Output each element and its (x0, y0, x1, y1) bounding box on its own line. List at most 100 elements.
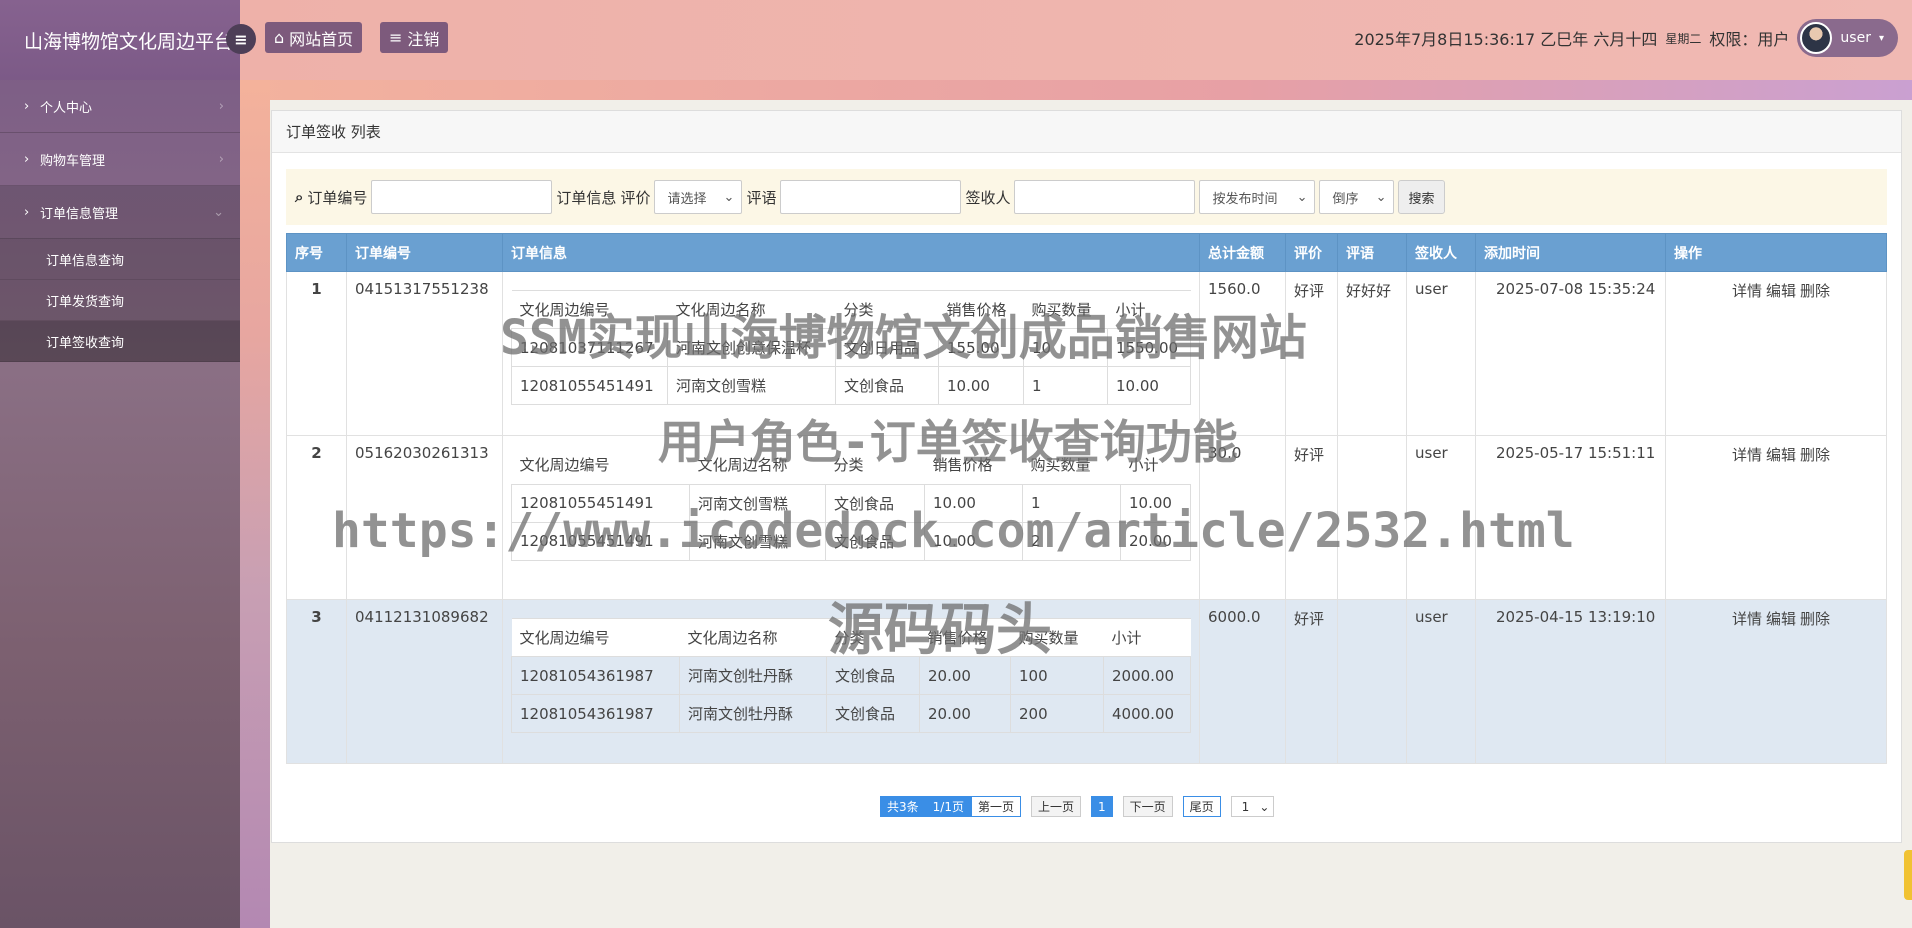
chevron-down-icon: ⌄ (1296, 189, 1308, 205)
home-icon: ⌂ (274, 28, 285, 47)
sidebar-subitem-order-query[interactable]: 订单信息查询 (0, 239, 240, 280)
content-decor-strip (240, 80, 1912, 100)
sort-field-select[interactable]: 按发布时间 ⌄ (1199, 180, 1316, 214)
sidebar-item-orders[interactable]: › 订单信息管理 ⌄ (0, 186, 240, 239)
sidebar-toggle-icon[interactable]: ≡ (226, 24, 256, 54)
col-header[interactable]: 评语 (1337, 233, 1407, 272)
page-select[interactable]: 1 ⌄ (1230, 796, 1275, 817)
item-cell: 文创食品 (826, 656, 920, 695)
item-cell: 河南文创雪糕 (689, 483, 826, 523)
items-header-row: 文化周边编号 文化周边名称 分类 销售价格 购买数量 小计 (511, 618, 1191, 657)
username: user (1840, 30, 1871, 46)
item-cell: 河南文创雪糕 (667, 366, 836, 405)
chevron-right-icon: › (24, 204, 30, 220)
pagination-info: 共3条 1/1页 第一页 (880, 796, 1021, 817)
col-header[interactable]: 签收人 (1406, 233, 1476, 272)
items-header-row: 文化周边编号 文化周边名称 分类 销售价格 购买数量 小计 (512, 446, 1191, 484)
order-info: 文化周边编号 文化周边名称 分类 销售价格 购买数量 小计 1208105436… (502, 599, 1200, 764)
search-bar: ⌕ 订单编号 订单信息 评价 请选择 ⌄ 评语 签收人 按发布时间 ⌄ 倒序 ⌄ 搜索 (286, 169, 1887, 225)
sidebar-item-cart[interactable]: › 购物车管理 › (0, 133, 240, 186)
item-row: 12081037111267 河南文创创意保温杯 文创日用品 155.00 10… (511, 328, 1191, 367)
item-cell: 10.00 (1120, 483, 1191, 523)
chevron-down-icon: ⌄ (723, 189, 735, 205)
delete-link[interactable]: 删除 (1800, 446, 1830, 464)
detail-link[interactable]: 详情 (1732, 610, 1762, 628)
item-cell: 河南文创创意保温杯 (667, 328, 836, 367)
item-cell: 12081055451491 (511, 483, 690, 523)
comment (1337, 435, 1407, 600)
item-cell: 20.00 (919, 694, 1011, 733)
receiver: user (1406, 435, 1476, 600)
edit-link[interactable]: 编辑 (1766, 446, 1796, 464)
item-cell: 12081054361987 (511, 694, 680, 733)
item-cell: 12081054361987 (511, 656, 680, 695)
item-cell: 文创食品 (835, 366, 939, 405)
item-cell: 河南文创牡丹酥 (679, 656, 827, 695)
item-row: 12081054361987 河南文创牡丹酥 文创食品 20.00 100 20… (511, 656, 1191, 695)
item-cell: 文创食品 (826, 694, 920, 733)
order-items-table: 文化周边编号 文化周边名称 分类 销售价格 购买数量 小计 1208105545… (511, 446, 1191, 561)
receiver-input[interactable] (1014, 180, 1196, 214)
item-cell: 1 (1023, 366, 1108, 405)
col-header[interactable]: 序号 (286, 233, 347, 272)
sidebar-item-label: 订单信息管理 (40, 206, 119, 222)
prev-page-button[interactable]: 上一页 (1030, 796, 1081, 817)
col-header[interactable]: 总计金额 (1199, 233, 1286, 272)
sort-order-select[interactable]: 倒序 ⌄ (1319, 180, 1395, 214)
items-col-header: 文化周边名称 (667, 290, 836, 329)
table-row: 1 04151317551238 文化周边编号 文化周边名称 分类 销售价格 购… (286, 271, 1887, 436)
sidebar-subitem-shipping-query[interactable]: 订单发货查询 (0, 280, 240, 321)
chevron-right-icon: › (218, 98, 224, 114)
chevron-down-icon: ⌄ (1375, 189, 1387, 205)
current-page[interactable]: 1 (1091, 796, 1113, 817)
items-col-header: 文化周边编号 (511, 618, 680, 657)
comment-input[interactable] (780, 180, 962, 214)
order-no: 04151317551238 (346, 271, 503, 436)
home-button[interactable]: ⌂ 网站首页 (265, 22, 363, 53)
first-page-button[interactable]: 第一页 (970, 796, 1021, 817)
order-items-table: 文化周边编号 文化周边名称 分类 销售价格 购买数量 小计 1208105436… (511, 618, 1191, 733)
col-header[interactable]: 操作 (1665, 233, 1887, 272)
edit-link[interactable]: 编辑 (1766, 282, 1796, 300)
col-header[interactable]: 订单信息 (502, 233, 1200, 272)
logout-button[interactable]: ≡ 注销 (380, 22, 449, 53)
search-button[interactable]: 搜索 (1398, 180, 1445, 214)
last-page-button[interactable]: 尾页 (1182, 796, 1221, 817)
order-info: 文化周边编号 文化周边名称 分类 销售价格 购买数量 小计 1208105545… (502, 435, 1200, 600)
sidebar-item-personal-center[interactable]: › 个人中心 › (0, 80, 240, 133)
search-icon: ⌕ (295, 188, 304, 206)
panel-title: 订单签收 列表 (272, 111, 1901, 153)
detail-link[interactable]: 详情 (1732, 446, 1762, 464)
order-no-input[interactable] (371, 180, 553, 214)
chevron-down-icon: ⌄ (1259, 799, 1270, 814)
item-cell: 2 (1022, 521, 1121, 561)
delete-link[interactable]: 删除 (1800, 610, 1830, 628)
sidebar-subitem-receipt-query[interactable]: 订单签收查询 (0, 321, 240, 362)
table-row: 2 05162030261313 文化周边编号 文化周边名称 分类 销售价格 购… (286, 435, 1887, 600)
col-header[interactable]: 评价 (1285, 233, 1338, 272)
added-time: 2025-04-15 13:19:10 (1475, 599, 1666, 764)
col-header[interactable]: 添加时间 (1475, 233, 1666, 272)
col-header[interactable]: 订单编号 (346, 233, 503, 272)
table-header-row: 序号 订单编号 订单信息 总计金额 评价 评语 签收人 添加时间 操作 (286, 233, 1887, 272)
side-tab[interactable] (1904, 850, 1912, 900)
total-amount: 1560.0 (1199, 271, 1286, 436)
rating-select-value: 请选择 (667, 191, 707, 207)
detail-link[interactable]: 详情 (1732, 282, 1762, 300)
rating-label: 评价 (620, 188, 651, 207)
item-cell: 河南文创雪糕 (689, 521, 826, 561)
user-menu[interactable]: user ▾ (1797, 19, 1898, 57)
list-panel: 订单签收 列表 ⌕ 订单编号 订单信息 评价 请选择 ⌄ 评语 签收人 按发布时间… (271, 110, 1902, 843)
rating: 好评 (1285, 271, 1338, 436)
item-cell: 12081037111267 (511, 328, 668, 367)
item-cell: 20.00 (1120, 521, 1191, 561)
rating-select[interactable]: 请选择 ⌄ (654, 180, 743, 214)
delete-link[interactable]: 删除 (1800, 282, 1830, 300)
next-page-button[interactable]: 下一页 (1122, 796, 1173, 817)
row-actions: 详情 编辑 删除 (1665, 271, 1887, 436)
added-time: 2025-05-17 15:51:11 (1475, 435, 1666, 600)
edit-link[interactable]: 编辑 (1766, 610, 1796, 628)
sort-order-value: 倒序 (1332, 191, 1359, 207)
item-cell: 10.00 (1107, 366, 1191, 405)
item-cell: 10 (1023, 328, 1108, 367)
